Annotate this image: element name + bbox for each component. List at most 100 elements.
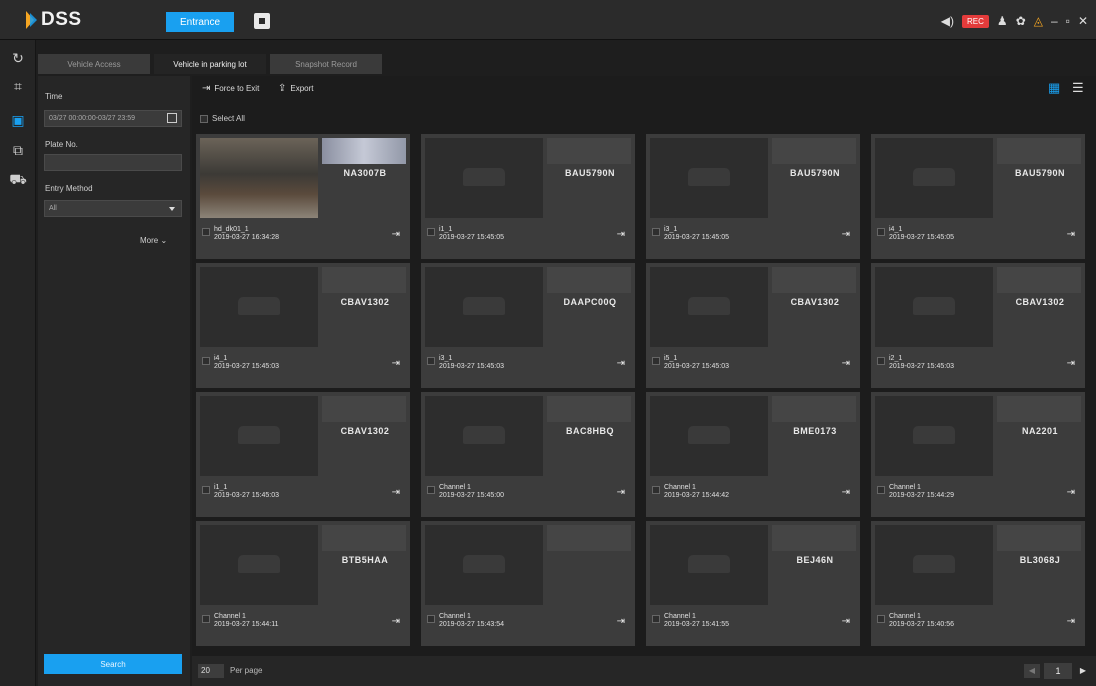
vehicle-snapshot[interactable] bbox=[875, 396, 993, 476]
card-checkbox[interactable] bbox=[427, 615, 435, 623]
vehicle-card[interactable]: CBAV1302 i4_1 2019-03-27 15:45:03 ⇥ bbox=[196, 263, 410, 388]
card-checkbox[interactable] bbox=[202, 486, 210, 494]
tab-entrance[interactable]: Entrance bbox=[166, 12, 234, 32]
vehicle-list-icon[interactable]: ⧉ bbox=[8, 140, 28, 160]
card-checkbox[interactable] bbox=[202, 615, 210, 623]
settings-icon[interactable]: ✿ bbox=[1016, 11, 1026, 31]
card-checkbox[interactable] bbox=[877, 228, 885, 236]
select-all[interactable]: Select All bbox=[200, 114, 245, 123]
card-checkbox[interactable] bbox=[652, 228, 660, 236]
card-checkbox[interactable] bbox=[202, 357, 210, 365]
grid-view-icon[interactable]: ▦ bbox=[1048, 81, 1062, 95]
vehicle-snapshot[interactable] bbox=[650, 267, 768, 347]
vehicle-card[interactable]: NA2201 Channel 1 2019-03-27 15:44:29 ⇥ bbox=[871, 392, 1085, 517]
recording-badge[interactable]: REC bbox=[962, 14, 989, 28]
add-tab-button[interactable] bbox=[254, 13, 270, 29]
vehicle-snapshot[interactable] bbox=[425, 525, 543, 605]
vehicle-card[interactable]: BME0173 Channel 1 2019-03-27 15:44:42 ⇥ bbox=[646, 392, 860, 517]
entry-method-select[interactable]: All bbox=[44, 200, 182, 217]
user-icon[interactable]: ♟ bbox=[997, 11, 1008, 31]
close-icon[interactable]: ✕ bbox=[1078, 11, 1088, 31]
card-checkbox[interactable] bbox=[427, 357, 435, 365]
vehicle-snapshot[interactable] bbox=[425, 396, 543, 476]
tab-vehicle-in-parking-lot[interactable]: Vehicle in parking lot bbox=[154, 54, 266, 74]
alarm-icon[interactable]: ◬ bbox=[1034, 11, 1043, 31]
force-exit-icon[interactable]: ⇥ bbox=[392, 229, 400, 240]
force-exit-icon[interactable]: ⇥ bbox=[617, 229, 625, 240]
capture-icon[interactable]: ⌗ bbox=[8, 76, 28, 96]
vehicle-card[interactable]: BTB5HAA Channel 1 2019-03-27 15:44:11 ⇥ bbox=[196, 521, 410, 646]
force-exit-icon[interactable]: ⇥ bbox=[842, 229, 850, 240]
more-link[interactable]: More ⌄ bbox=[140, 236, 167, 245]
system-tray: ◀) REC ♟ ✿ ◬ – ▫ ✕ bbox=[941, 10, 1088, 32]
vehicle-snapshot[interactable] bbox=[200, 267, 318, 347]
force-exit-icon[interactable]: ⇥ bbox=[1067, 229, 1075, 240]
card-checkbox[interactable] bbox=[202, 228, 210, 236]
vehicle-card[interactable]: CBAV1302 i2_1 2019-03-27 15:45:03 ⇥ bbox=[871, 263, 1085, 388]
current-page[interactable]: 1 bbox=[1044, 663, 1072, 679]
vehicle-card[interactable]: CBAV1302 i5_1 2019-03-27 15:45:03 ⇥ bbox=[646, 263, 860, 388]
force-exit-icon[interactable]: ⇥ bbox=[842, 358, 850, 369]
prev-page-button[interactable]: ◀ bbox=[1024, 664, 1040, 678]
vehicle-card[interactable]: Channel 1 2019-03-27 15:43:54 ⇥ bbox=[421, 521, 635, 646]
force-exit-icon[interactable]: ⇥ bbox=[392, 616, 400, 627]
force-exit-icon[interactable]: ⇥ bbox=[842, 487, 850, 498]
vehicle-snapshot[interactable] bbox=[875, 525, 993, 605]
force-exit-icon[interactable]: ⇥ bbox=[1067, 487, 1075, 498]
card-checkbox[interactable] bbox=[877, 486, 885, 494]
vehicle-card[interactable]: BAU5790N i3_1 2019-03-27 15:45:05 ⇥ bbox=[646, 134, 860, 259]
vehicle-card[interactable]: DAAPC00Q i3_1 2019-03-27 15:45:03 ⇥ bbox=[421, 263, 635, 388]
force-exit-icon[interactable]: ⇥ bbox=[1067, 616, 1075, 627]
plate-number: BEJ46N bbox=[796, 555, 834, 565]
search-button[interactable]: Search bbox=[44, 654, 182, 674]
force-exit-icon[interactable]: ⇥ bbox=[1067, 358, 1075, 369]
page-size-select[interactable]: 20 bbox=[198, 664, 224, 678]
vehicle-icon[interactable]: ⛟ bbox=[8, 170, 28, 190]
card-checkbox[interactable] bbox=[652, 357, 660, 365]
vehicle-snapshot[interactable] bbox=[875, 138, 993, 218]
refresh-icon[interactable]: ↻ bbox=[8, 48, 28, 68]
force-exit-icon[interactable]: ⇥ bbox=[617, 616, 625, 627]
vehicle-card[interactable]: BL3068J Channel 1 2019-03-27 15:40:56 ⇥ bbox=[871, 521, 1085, 646]
tab-snapshot-record[interactable]: Snapshot Record bbox=[270, 54, 382, 74]
select-all-checkbox[interactable] bbox=[200, 114, 208, 123]
force-exit-icon[interactable]: ⇥ bbox=[392, 358, 400, 369]
list-view-icon[interactable]: ☰ bbox=[1072, 81, 1086, 95]
volume-icon[interactable]: ◀) bbox=[941, 11, 954, 31]
vehicle-snapshot[interactable] bbox=[650, 396, 768, 476]
card-checkbox[interactable] bbox=[877, 357, 885, 365]
next-page-button[interactable]: ▶ bbox=[1076, 664, 1090, 678]
force-exit-button[interactable]: ⇥ Force to Exit bbox=[202, 83, 259, 94]
vehicle-card[interactable]: BAU5790N i1_1 2019-03-27 15:45:05 ⇥ bbox=[421, 134, 635, 259]
vehicle-snapshot[interactable] bbox=[200, 396, 318, 476]
force-exit-icon[interactable]: ⇥ bbox=[617, 487, 625, 498]
card-checkbox[interactable] bbox=[427, 486, 435, 494]
vehicle-snapshot[interactable] bbox=[650, 138, 768, 218]
maximize-icon[interactable]: ▫ bbox=[1066, 11, 1070, 31]
vehicle-card[interactable]: CBAV1302 i1_1 2019-03-27 15:45:03 ⇥ bbox=[196, 392, 410, 517]
vehicle-snapshot[interactable] bbox=[200, 138, 318, 218]
vehicle-snapshot[interactable] bbox=[425, 138, 543, 218]
tab-vehicle-access[interactable]: Vehicle Access bbox=[38, 54, 150, 74]
force-exit-icon[interactable]: ⇥ bbox=[842, 616, 850, 627]
force-exit-icon[interactable]: ⇥ bbox=[617, 358, 625, 369]
minimize-icon[interactable]: – bbox=[1051, 11, 1058, 31]
vehicle-card[interactable]: NA3007B hd_dk01_1 2019-03-27 16:34:28 ⇥ bbox=[196, 134, 410, 259]
vehicle-snapshot[interactable] bbox=[875, 267, 993, 347]
calendar-icon[interactable] bbox=[167, 113, 177, 123]
export-button[interactable]: ⇪ Export bbox=[278, 83, 314, 94]
vehicle-card[interactable]: BEJ46N Channel 1 2019-03-27 15:41:55 ⇥ bbox=[646, 521, 860, 646]
vehicle-card[interactable]: BAU5790N i4_1 2019-03-27 15:45:05 ⇥ bbox=[871, 134, 1085, 259]
force-exit-icon[interactable]: ⇥ bbox=[392, 487, 400, 498]
vehicle-snapshot[interactable] bbox=[650, 525, 768, 605]
vehicle-snapshot[interactable] bbox=[200, 525, 318, 605]
card-checkbox[interactable] bbox=[652, 486, 660, 494]
plate-input[interactable] bbox=[44, 154, 182, 171]
card-checkbox[interactable] bbox=[652, 615, 660, 623]
vehicle-snapshot[interactable] bbox=[425, 267, 543, 347]
parking-record-icon[interactable]: ▣ bbox=[8, 110, 28, 130]
card-checkbox[interactable] bbox=[427, 228, 435, 236]
time-range-input[interactable]: 03/27 00:00:00-03/27 23:59 bbox=[44, 110, 182, 127]
vehicle-card[interactable]: BAC8HBQ Channel 1 2019-03-27 15:45:00 ⇥ bbox=[421, 392, 635, 517]
card-checkbox[interactable] bbox=[877, 615, 885, 623]
